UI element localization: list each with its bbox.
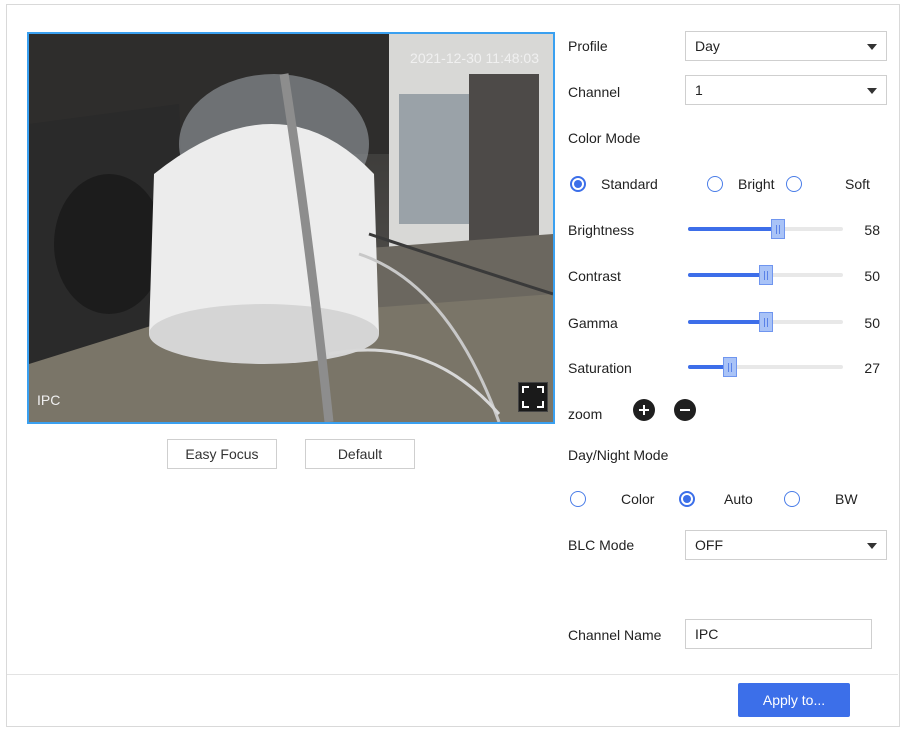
saturation-slider[interactable] <box>688 357 843 377</box>
osd-channel-name: IPC <box>37 392 61 408</box>
gamma-value: 50 <box>864 315 880 331</box>
default-button[interactable]: Default <box>305 439 415 469</box>
channel-name-label: Channel Name <box>568 627 662 643</box>
zoom-label: zoom <box>568 406 603 422</box>
chevron-down-icon <box>867 543 877 549</box>
apply-to-button[interactable]: Apply to... <box>738 683 850 717</box>
radio-bw[interactable] <box>784 491 800 507</box>
contrast-value: 50 <box>864 268 880 284</box>
fullscreen-icon[interactable] <box>518 382 548 412</box>
radio-bright[interactable] <box>707 176 723 192</box>
profile-label: Profile <box>568 38 608 54</box>
slider-fill <box>688 320 766 324</box>
easy-focus-button[interactable]: Easy Focus <box>167 439 277 469</box>
day-night-label: Day/Night Mode <box>568 447 669 463</box>
color-mode-label: Color Mode <box>568 130 641 146</box>
radio-auto-label: Auto <box>724 491 753 507</box>
saturation-value: 27 <box>864 360 880 376</box>
channel-name-input[interactable] <box>685 619 872 649</box>
zoom-out-icon[interactable] <box>674 399 696 421</box>
chevron-down-icon <box>867 44 877 50</box>
video-preview[interactable]: 2021-12-30 11:48:03 IPC <box>27 32 555 424</box>
blc-mode-select[interactable]: OFF <box>685 530 887 560</box>
slider-thumb[interactable] <box>758 312 773 332</box>
profile-value: Day <box>695 38 720 54</box>
slider-thumb[interactable] <box>722 357 737 377</box>
contrast-slider[interactable] <box>688 265 843 285</box>
slider-fill <box>688 227 778 231</box>
chevron-down-icon <box>867 88 877 94</box>
radio-bw-label: BW <box>835 491 858 507</box>
slider-thumb[interactable] <box>758 265 773 285</box>
brightness-label: Brightness <box>568 222 635 238</box>
radio-color[interactable] <box>570 491 586 507</box>
contrast-label: Contrast <box>568 268 621 284</box>
blc-mode-value: OFF <box>695 537 723 553</box>
osd-timestamp: 2021-12-30 11:48:03 <box>410 50 539 66</box>
gamma-label: Gamma <box>568 315 618 331</box>
footer-divider <box>7 674 898 675</box>
brightness-value: 58 <box>864 222 880 238</box>
radio-standard-label: Standard <box>601 176 658 192</box>
saturation-label: Saturation <box>568 360 632 376</box>
radio-soft-label: Soft <box>845 176 870 192</box>
channel-value: 1 <box>695 82 703 98</box>
radio-standard[interactable] <box>570 176 586 192</box>
radio-soft[interactable] <box>786 176 802 192</box>
radio-bright-label: Bright <box>738 176 775 192</box>
zoom-in-icon[interactable] <box>633 399 655 421</box>
video-frame-image <box>29 34 553 422</box>
slider-thumb[interactable] <box>770 219 785 239</box>
radio-auto[interactable] <box>679 491 695 507</box>
gamma-slider[interactable] <box>688 312 843 332</box>
channel-label: Channel <box>568 84 621 100</box>
channel-select[interactable]: 1 <box>685 75 887 105</box>
blc-mode-label: BLC Mode <box>568 537 635 553</box>
radio-color-label: Color <box>621 491 655 507</box>
brightness-slider[interactable] <box>688 219 843 239</box>
profile-select[interactable]: Day <box>685 31 887 61</box>
slider-fill <box>688 273 766 277</box>
